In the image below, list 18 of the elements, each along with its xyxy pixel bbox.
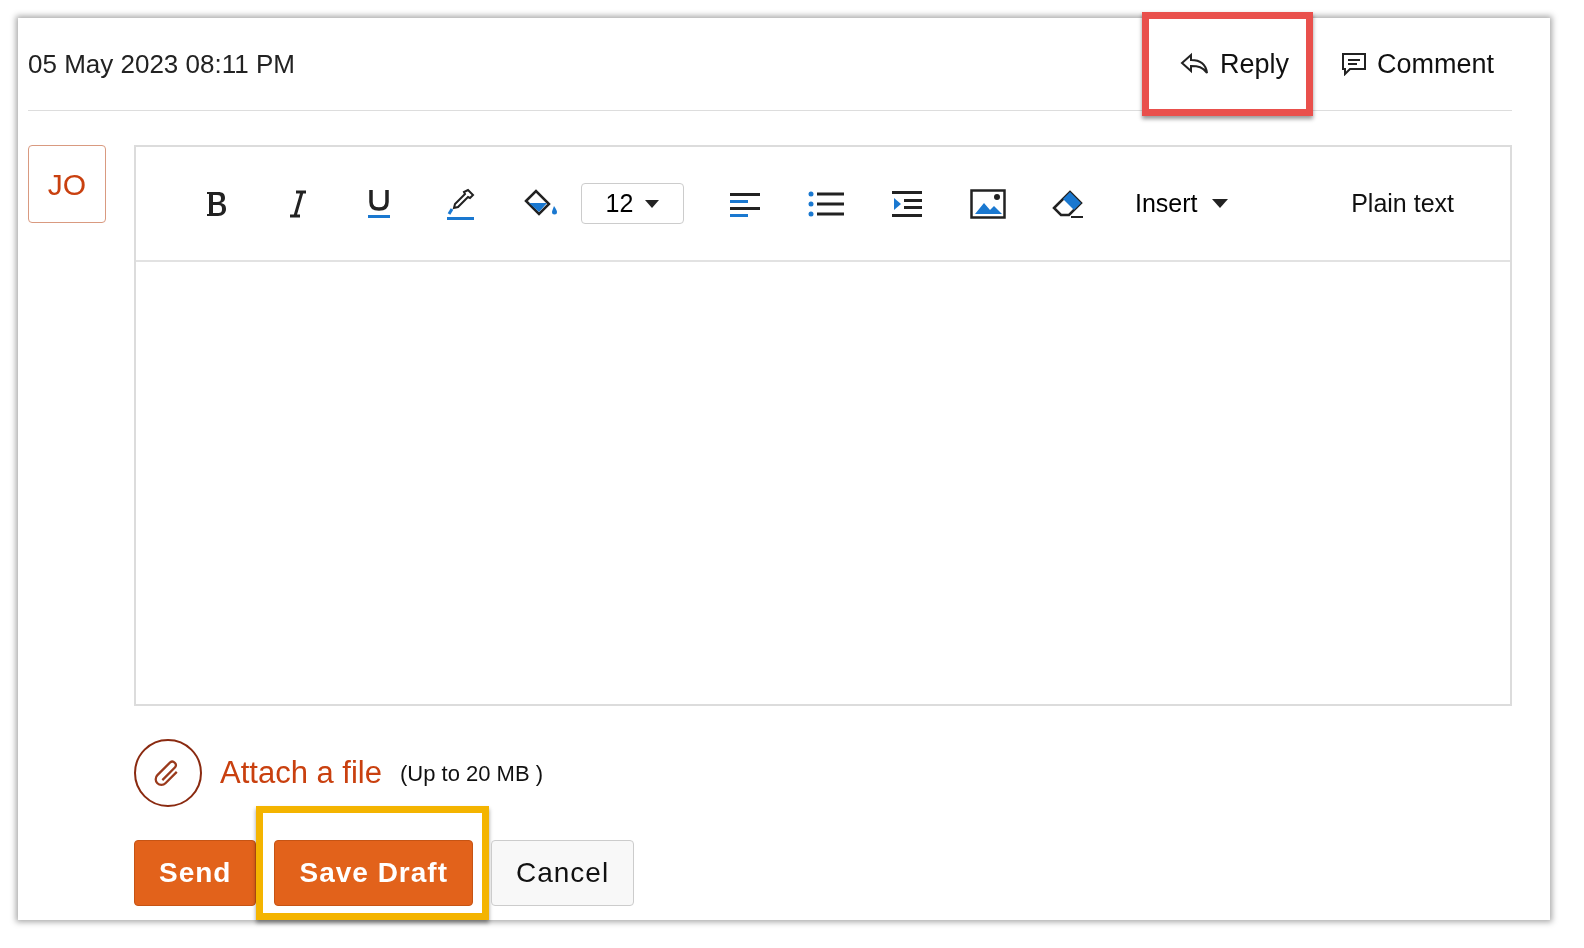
size-limit-note: (Up to 20 MB ): [400, 759, 544, 788]
avatar: JO: [28, 145, 106, 223]
comment-button[interactable]: Comment: [1322, 34, 1512, 94]
action-button[interactable]: Send: [134, 840, 257, 906]
reply-button[interactable]: Reply: [1161, 34, 1307, 94]
font-size-dropdown[interactable]: 12: [581, 183, 684, 224]
comment-icon: [1340, 52, 1367, 76]
cancel-button[interactable]: Cancel: [491, 840, 635, 906]
attach-file-link[interactable]: Attach a file: [220, 749, 382, 797]
plain-text-link[interactable]: Plain text: [1351, 184, 1454, 223]
caret-icon: [645, 199, 660, 208]
paperclip-icon[interactable]: [134, 739, 202, 807]
timestamp: 05 May 2023 08:11 PM: [28, 47, 295, 81]
editor-area[interactable]: 12 Insert Plain text: [134, 145, 1512, 706]
reply-icon: [1179, 52, 1210, 76]
insert-menu[interactable]: Insert: [1129, 183, 1234, 224]
action-button[interactable]: Save Draft: [274, 840, 473, 906]
caret-icon: [1211, 199, 1228, 208]
